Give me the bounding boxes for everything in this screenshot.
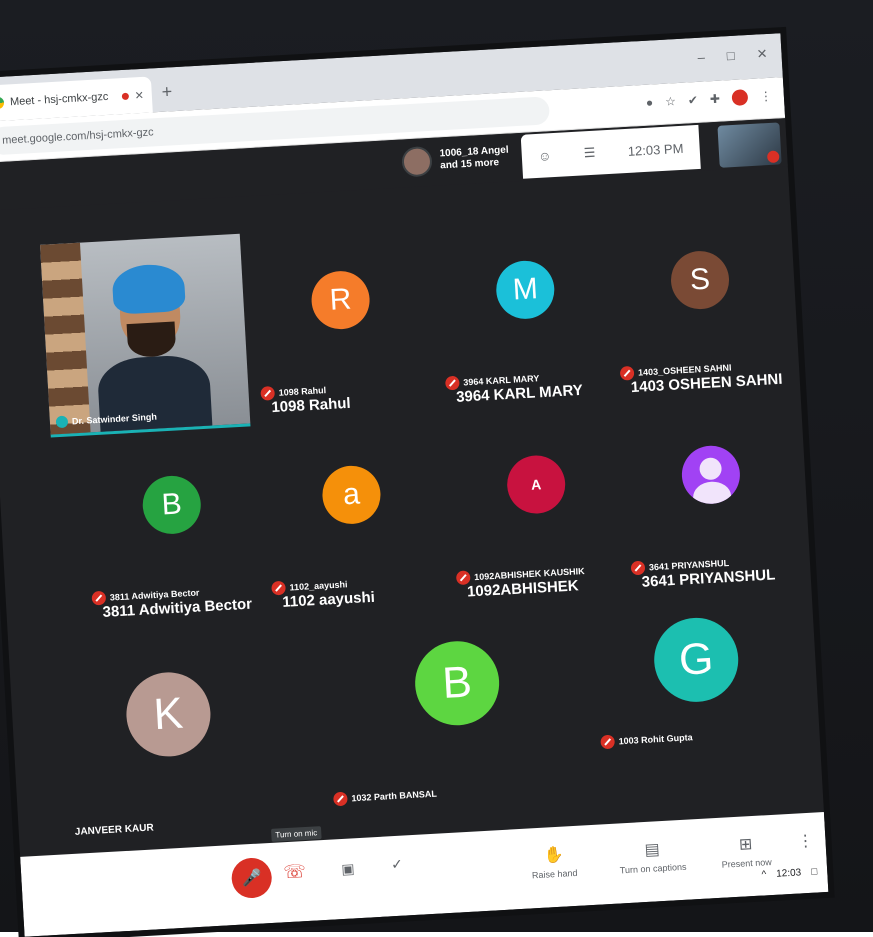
mic-off-icon xyxy=(600,734,616,750)
monitor-frame: Meet - hsj-cmkx-gzc ✕ + – □ ✕ meet.googl… xyxy=(0,0,873,937)
video-tile-presenter[interactable]: Dr. Satwinder Singh xyxy=(40,233,251,438)
extensions-area: ● ☆ ✔ ✚ ⋮ xyxy=(645,88,773,111)
avatar: B xyxy=(412,638,502,728)
menu-dots-icon[interactable]: ⋮ xyxy=(759,89,772,104)
meet-favicon-icon xyxy=(0,96,5,110)
chat-icon[interactable]: ☰ xyxy=(583,145,596,162)
maximize-button[interactable]: □ xyxy=(726,48,735,64)
participant-small-name: 1003 Rohit Gupta xyxy=(618,732,693,747)
captions-icon: ▤ xyxy=(644,841,661,860)
presenter-beard xyxy=(126,321,177,359)
more-options-icon[interactable]: ⋮ xyxy=(797,831,814,852)
tray-chevron-icon[interactable]: ^ xyxy=(761,869,766,880)
hand-icon: ✋ xyxy=(543,846,565,865)
present-label: Present now xyxy=(721,856,772,870)
chip-avatar xyxy=(401,145,433,178)
tile-participant-9[interactable]: B 1032 Parth BANSAL xyxy=(333,601,574,813)
tile-participant-2[interactable]: M 3964 KARL MARY 3964 KARL MARY xyxy=(426,213,626,413)
tile-participant-10[interactable]: G 1003 Rohit Gupta xyxy=(582,578,813,790)
screen: Meet - hsj-cmkx-gzc ✕ + – □ ✕ meet.googl… xyxy=(0,33,829,937)
camera-toggle-button[interactable]: ▣ xyxy=(341,860,355,878)
url-text: meet.google.com/hsj-cmkx-gzc xyxy=(1,126,154,147)
presenter-turban xyxy=(111,262,186,315)
system-tray: ^ 12:03 □ xyxy=(761,866,817,880)
check-icon[interactable]: ✓ xyxy=(391,856,404,874)
present-icon: ⊞ xyxy=(738,836,753,854)
present-button[interactable]: ⊞ Present now xyxy=(720,833,772,870)
tile-participant-4[interactable]: B 3811 Adwitiya Bector 3811 Adwitiya Bec… xyxy=(73,428,273,628)
tile-participant-8[interactable]: K JANVEER KAUR xyxy=(64,633,275,844)
leave-call-button[interactable]: ☏ xyxy=(283,861,307,883)
tab-title: Meet - hsj-cmkx-gzc xyxy=(9,90,109,109)
person-silhouette-icon xyxy=(680,444,742,506)
tile-participant-3[interactable]: S 1403_OSHEEN SAHNI 1403 OSHEEN SAHNI xyxy=(601,203,801,403)
avatar: B xyxy=(141,474,203,536)
participant-grid: Dr. Satwinder Singh R 1098 Rahul 1098 Ra… xyxy=(2,204,804,846)
mic-tooltip: Turn on mic xyxy=(270,826,322,842)
tile-participant-5[interactable]: a 1102_aayushi 1102 aayushi xyxy=(253,418,453,618)
captions-label: Turn on captions xyxy=(619,861,687,876)
meeting-time: 12:03 PM xyxy=(627,140,684,159)
top-panel: ☺ ☰ 12:03 PM xyxy=(520,124,701,179)
notifications-icon[interactable]: □ xyxy=(811,866,818,877)
captions-button[interactable]: ▤ Turn on captions xyxy=(618,838,687,876)
tray-clock: 12:03 xyxy=(775,867,802,880)
participants-chip[interactable]: 1006_18 Angel and 15 more xyxy=(401,142,510,178)
close-window-button[interactable]: ✕ xyxy=(756,46,768,63)
window-controls: – □ ✕ xyxy=(697,46,768,66)
avatar: G xyxy=(651,615,741,705)
participant-small-name: 1032 Parth BANSAL xyxy=(351,788,438,804)
people-icon[interactable]: ☺ xyxy=(538,148,552,164)
mic-toggle-button[interactable]: 🎤 xyxy=(230,856,273,900)
camera-indicator-icon[interactable]: ● xyxy=(646,95,654,109)
mic-off-icon xyxy=(333,791,348,807)
avatar: S xyxy=(669,249,731,311)
avatar: R xyxy=(310,269,372,331)
tile-participant-1[interactable]: R 1098 Rahul 1098 Rahul xyxy=(242,223,442,423)
bookshelf-background xyxy=(40,242,91,435)
star-icon[interactable]: ☆ xyxy=(665,94,677,109)
extension-icon[interactable]: ✔ xyxy=(687,93,698,108)
raise-hand-label: Raise hand xyxy=(531,867,578,881)
self-view-thumbnail[interactable] xyxy=(717,122,782,168)
avatar: a xyxy=(320,464,383,526)
chip-line2: and 15 more xyxy=(439,157,500,172)
new-tab-button[interactable]: + xyxy=(161,81,173,103)
avatar xyxy=(680,444,742,506)
avatar: M xyxy=(494,259,556,321)
tile-participant-7[interactable]: 3641 PRIYANSHUL 3641 PRIYANSHUL xyxy=(612,398,812,598)
raise-hand-button[interactable]: ✋ Raise hand xyxy=(530,844,578,881)
puzzle-icon[interactable]: ✚ xyxy=(709,92,720,107)
participant-name: JANVEER KAUR xyxy=(74,822,154,838)
participant-name: 1098 Rahul xyxy=(271,394,352,417)
self-mic-off-icon xyxy=(766,150,780,164)
profile-avatar[interactable] xyxy=(731,89,749,106)
minimize-button[interactable]: – xyxy=(697,49,705,65)
recording-dot-icon xyxy=(121,92,129,100)
speaking-icon xyxy=(55,415,69,429)
avatar: A xyxy=(505,454,567,516)
mic-off-icon: 🎤 xyxy=(241,869,263,888)
tile-participant-6[interactable]: A 1092ABHISHEK KAUSHIK 1092ABHISHEK xyxy=(437,407,637,607)
close-tab-icon[interactable]: ✕ xyxy=(134,88,144,101)
avatar: K xyxy=(124,670,213,759)
